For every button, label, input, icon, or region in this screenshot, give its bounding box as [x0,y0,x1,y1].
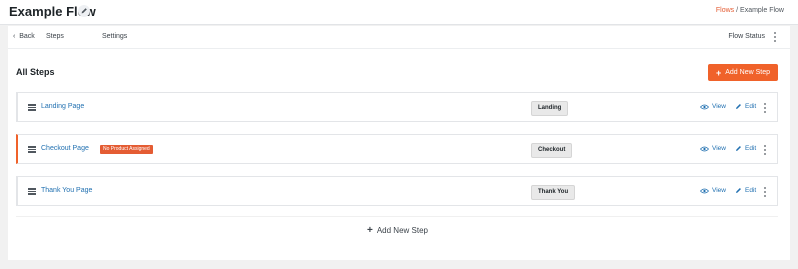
view-step-link[interactable]: View [700,187,726,194]
flow-status-label[interactable]: Flow Status [728,33,765,40]
edit-step-link[interactable]: Edit [735,145,756,152]
step-row-checkout[interactable]: Checkout Page No Product Assigned Checko… [16,134,778,164]
add-new-step-bottom-label: Add New Step [376,226,428,235]
back-label: Back [19,33,35,40]
add-new-step-label: Add New Step [725,69,770,76]
view-label: View [712,103,726,110]
pencil-icon [736,146,741,151]
flow-nav-bar: ‹ Back Steps Settings Flow Status [8,26,790,49]
breadcrumb-current: Example Flow [740,7,784,14]
eye-icon [700,146,709,151]
all-steps-heading: All Steps [16,67,55,77]
step-more-menu-icon[interactable] [762,102,768,114]
tab-settings[interactable]: Settings [102,33,127,40]
view-label: View [712,187,726,194]
eye-icon [700,188,709,193]
step-more-menu-icon[interactable] [762,144,768,156]
tab-steps[interactable]: Steps [46,33,64,40]
plus-icon: + [715,67,722,78]
pencil-icon [736,104,741,109]
edit-title-pencil-icon[interactable] [78,5,90,17]
edit-label: Edit [745,187,757,194]
step-title[interactable]: Checkout Page [41,145,89,152]
add-new-step-bottom-button[interactable]: + Add New Step [367,225,428,236]
eye-icon [700,104,709,109]
breadcrumb-flows-link[interactable]: Flows [716,7,734,14]
step-title[interactable]: Landing Page [41,103,84,110]
drag-handle-icon[interactable] [28,104,36,111]
divider [16,216,778,217]
edit-step-link[interactable]: Edit [735,187,756,194]
flow-status-menu-icon[interactable] [772,31,778,43]
step-row-landing[interactable]: Landing Page Landing View Edit [16,92,778,122]
add-new-step-button[interactable]: + Add New Step [708,64,778,81]
chevron-left-icon: ‹ [13,33,16,40]
step-type-badge: Checkout [531,143,573,158]
step-more-menu-icon[interactable] [762,186,768,198]
drag-handle-icon[interactable] [28,146,36,153]
step-type-badge: Landing [531,101,569,116]
view-label: View [712,145,726,152]
top-header: Example Flow Flows / Example Flow [0,0,798,25]
edit-step-link[interactable]: Edit [735,103,756,110]
steps-panel: ‹ Back Steps Settings Flow Status All St… [8,26,790,260]
step-title[interactable]: Thank You Page [41,187,92,194]
drag-handle-icon[interactable] [28,188,36,195]
view-step-link[interactable]: View [700,103,726,110]
plus-icon: + [367,225,373,236]
breadcrumb: Flows / Example Flow [716,7,784,14]
back-link[interactable]: ‹ Back [13,33,35,40]
edit-label: Edit [745,145,757,152]
no-product-assigned-badge: No Product Assigned [100,145,153,154]
step-type-badge: Thank You [531,185,576,200]
pencil-icon [736,188,741,193]
view-step-link[interactable]: View [700,145,726,152]
edit-label: Edit [745,103,757,110]
step-row-thank-you[interactable]: Thank You Page Thank You View Edit [16,176,778,206]
